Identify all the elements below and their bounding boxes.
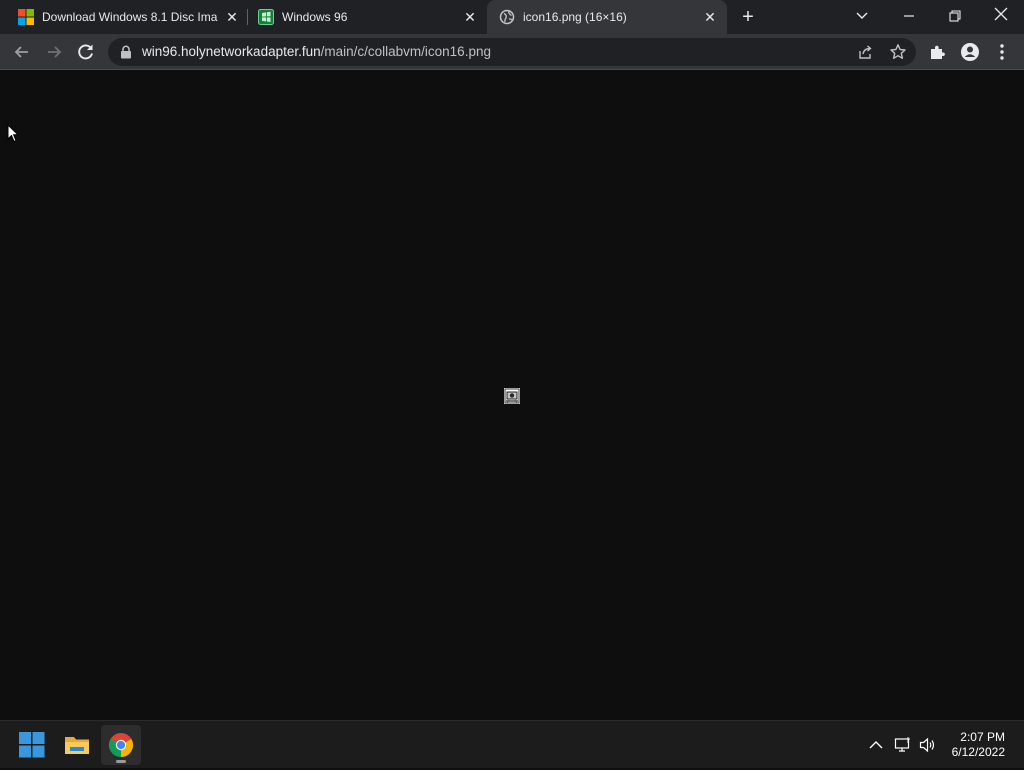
kebab-menu-icon — [1000, 44, 1004, 60]
reload-icon — [78, 44, 93, 60]
globe-icon — [499, 9, 515, 25]
share-icon — [859, 45, 872, 59]
network-icon[interactable] — [894, 736, 912, 754]
close-icon — [994, 7, 1008, 21]
minimize-button[interactable] — [887, 0, 931, 34]
back-arrow-icon — [14, 46, 28, 58]
tab-strip: Download Windows 8.1 Disc Ima ✕ Windows … — [0, 0, 1024, 34]
collabvm-icon16-image — [504, 388, 520, 404]
file-explorer-button[interactable] — [57, 725, 97, 765]
profile-button[interactable] — [958, 40, 982, 64]
chevron-down-icon — [856, 12, 868, 19]
new-tab-button[interactable]: + — [738, 7, 758, 27]
close-tab-icon[interactable]: ✕ — [462, 9, 478, 25]
forward-arrow-icon — [48, 46, 62, 58]
file-explorer-icon — [65, 737, 89, 754]
tab-windows-96[interactable]: Windows 96 ✕ — [240, 0, 486, 34]
browser-toolbar: win96.holynetworkadapter.fun/main/c/coll… — [0, 34, 1024, 70]
windows96-icon — [258, 9, 274, 25]
restore-button[interactable] — [933, 0, 977, 34]
tab-download-windows[interactable]: Download Windows 8.1 Disc Ima ✕ — [0, 0, 246, 34]
forward-button[interactable] — [42, 40, 66, 64]
minimize-icon — [904, 15, 914, 17]
mouse-cursor-icon — [7, 124, 19, 143]
url-text: win96.holynetworkadapter.fun/main/c/coll… — [142, 38, 491, 66]
puzzle-icon — [931, 45, 945, 59]
clock-date: 6/12/2022 — [951, 745, 1005, 759]
tab-title: Download Windows 8.1 Disc Ima — [42, 10, 218, 24]
clock-time: 2:07 PM — [960, 730, 1005, 744]
url-path: /main/c/collabvm/icon16.png — [320, 44, 491, 59]
tab-search-button[interactable] — [840, 0, 884, 34]
microsoft-logo-icon — [18, 9, 34, 25]
image-viewer — [0, 70, 1024, 720]
address-bar[interactable]: win96.holynetworkadapter.fun/main/c/coll… — [108, 38, 916, 66]
lock-icon — [121, 45, 131, 59]
chrome-taskbar-button[interactable] — [101, 725, 141, 765]
close-tab-icon[interactable]: ✕ — [224, 9, 240, 25]
taskbar: 2:07 PM 6/12/2022 — [0, 720, 1024, 768]
start-icon — [19, 732, 45, 758]
reload-button[interactable] — [74, 40, 98, 64]
system-clock[interactable]: 2:07 PM 6/12/2022 — [952, 730, 1005, 760]
url-host: win96.holynetworkadapter.fun — [142, 44, 321, 59]
chrome-icon — [108, 733, 134, 757]
profile-icon — [961, 43, 979, 61]
start-button[interactable] — [12, 725, 52, 765]
close-window-button[interactable] — [979, 0, 1023, 34]
bookmark-star-icon — [890, 44, 906, 59]
chevron-up-icon[interactable] — [867, 736, 885, 754]
restore-icon — [949, 10, 961, 22]
back-button[interactable] — [10, 40, 34, 64]
tab-icon16-png[interactable]: icon16.png (16×16) ✕ — [487, 0, 727, 34]
extensions-button[interactable] — [926, 40, 950, 64]
close-tab-icon[interactable]: ✕ — [702, 9, 718, 25]
tab-title: icon16.png (16×16) — [523, 10, 627, 24]
volume-icon[interactable] — [919, 736, 937, 754]
tab-title: Windows 96 — [282, 10, 348, 24]
running-indicator — [116, 760, 126, 763]
menu-button[interactable] — [990, 40, 1014, 64]
